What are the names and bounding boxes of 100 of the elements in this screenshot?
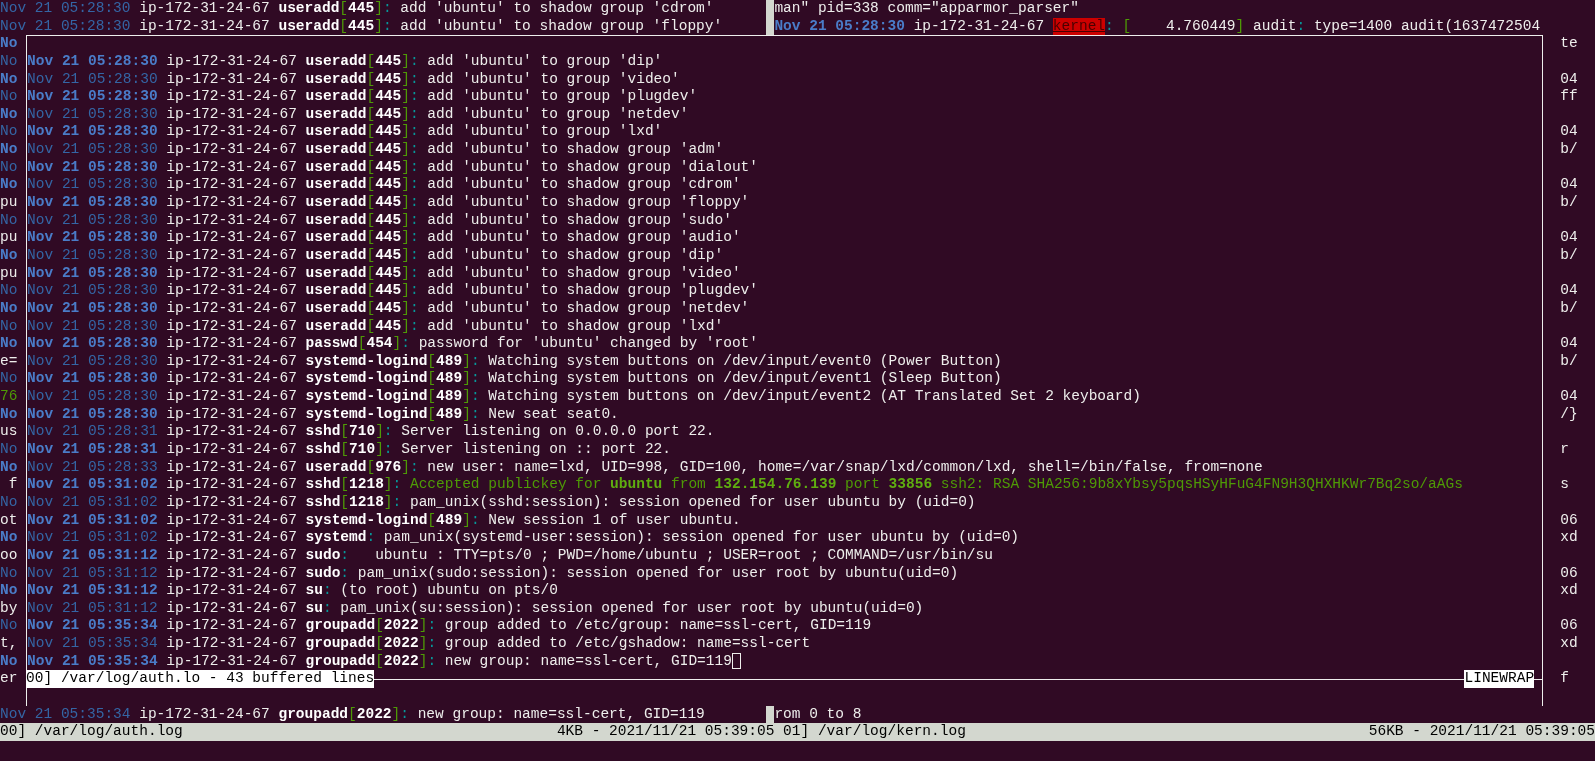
log-message: add 'ubuntu' to group 'video' — [427, 70, 680, 89]
timestamp: Nov 21 05:31:12 — [27, 546, 158, 565]
log-message: group added to /etc/gshadow: name=ssl-cert — [444, 635, 811, 653]
hostname: ip-172-31-24-67 — [166, 476, 297, 494]
hostname: ip-172-31-24-67 — [166, 52, 297, 71]
log-message: Watching system buttons on /dev/input/event0 (Power Button) — [488, 352, 1002, 371]
log-message: new user: name=lxd, UID=998, GID=100, home=/var/snap/lxd/common/lxd, shell=/bin/false, from=none — [427, 458, 1263, 477]
process-name: useradd — [305, 246, 367, 265]
clipped-text: te — [1560, 35, 1578, 53]
log-message: add 'ubuntu' to group 'netdev' — [427, 105, 689, 124]
clipped-text: No — [0, 493, 18, 512]
separator: : — [409, 458, 419, 477]
hostname: ip-172-31-24-67 — [166, 335, 297, 353]
log-message: add 'ubuntu' to group 'plugdev' — [427, 88, 698, 106]
separator: : — [409, 52, 419, 71]
bracket: [ — [1122, 17, 1132, 36]
hostname: ip-172-31-24-67 — [166, 529, 297, 547]
log-message: Watching system buttons on /dev/input/event2 (AT Translated Set 2 keyboard) — [488, 388, 1141, 406]
log-message: Server listening on :: port 22. — [401, 441, 671, 459]
bracket: [ — [357, 335, 367, 353]
log-message: Watching system buttons on /dev/input/event1 (Sleep Button) — [488, 370, 1002, 389]
hostname: ip-172-31-24-67 — [913, 17, 1045, 36]
bracket: [ — [366, 158, 376, 177]
bracket: [ — [366, 317, 376, 336]
process-name: useradd — [305, 158, 367, 177]
process-id: 1218 — [349, 476, 384, 494]
clipped-text: pu — [0, 194, 18, 212]
clipped-text: No — [0, 317, 18, 336]
log-message: ubuntu : TTY=pts/0 ; PWD=/home/ubuntu ; USER=root ; COMMAND=/usr/bin/su — [374, 546, 993, 565]
clipped-text: b/ — [1560, 141, 1578, 159]
process-name: su — [305, 599, 323, 618]
process-name: useradd — [278, 0, 340, 18]
file-info: 56KB - 2021/11/21 05:39:05 — [1368, 723, 1595, 741]
process-name: sshd — [305, 441, 341, 459]
process-id: 445 — [375, 88, 402, 106]
clipped-text: 76 — [0, 388, 18, 406]
bracket: [ — [348, 705, 357, 724]
bracket: ] — [401, 52, 410, 71]
process-id: 445 — [375, 105, 402, 124]
separator: : — [1296, 17, 1306, 36]
process-id: 445 — [375, 52, 402, 71]
hostname: ip-172-31-24-67 — [166, 141, 297, 159]
log-message: pam_unix(sshd:session): session opened for user ubuntu by (uid=0) — [409, 493, 976, 512]
clipped-text: f — [8, 476, 18, 494]
separator: : — [409, 141, 419, 159]
separator: : — [409, 70, 419, 89]
mode-indicator: LINEWRAP — [1464, 670, 1535, 688]
bracket: ] — [401, 246, 410, 265]
clipped-text: No — [0, 176, 18, 195]
clipped-text: 04 — [1560, 335, 1578, 353]
timestamp: Nov 21 05:35:34 — [27, 635, 158, 653]
hostname: ip-172-31-24-67 — [166, 317, 297, 336]
timestamp: Nov 21 05:28:30 — [27, 123, 158, 142]
bracket: ] — [401, 317, 410, 336]
process-name: useradd — [305, 194, 367, 212]
bracket: [ — [366, 141, 376, 159]
log-message: 4.760449 — [1164, 17, 1236, 36]
bracket: ] — [401, 229, 410, 247]
process-id: 445 — [348, 0, 375, 18]
hostname: ip-172-31-24-67 — [166, 105, 297, 124]
bracket: [ — [427, 352, 437, 371]
separator: : — [340, 564, 350, 583]
clipped-text: No — [0, 141, 18, 159]
clipped-text: f — [1560, 670, 1569, 688]
bracket: [ — [427, 388, 437, 406]
bracket: ] — [462, 370, 471, 389]
process-name: systemd-logind — [305, 370, 428, 389]
process-name: useradd — [305, 211, 367, 230]
bracket: [ — [366, 211, 376, 230]
bracket: [ — [340, 476, 350, 494]
log-message: add 'ubuntu' to shadow group 'plugdev' — [427, 282, 758, 300]
process-name: useradd — [305, 141, 367, 159]
log-message: add 'ubuntu' to group 'dip' — [427, 52, 663, 71]
clipped-text: No — [0, 35, 18, 53]
timestamp: Nov 21 05:28:30 — [27, 176, 158, 195]
process-name: useradd — [305, 176, 367, 195]
process-name: useradd — [305, 264, 367, 283]
timestamp: Nov 21 05:28:30 — [27, 211, 158, 230]
separator: : — [409, 105, 419, 124]
bracket: ] — [462, 352, 471, 371]
bracket: ] — [392, 335, 402, 353]
process-id: 445 — [375, 282, 402, 300]
clipped-text: No — [0, 123, 18, 142]
log-message: add 'ubuntu' to shadow group 'cdrom' — [400, 0, 714, 18]
bracket: ] — [374, 17, 383, 36]
process-id: 445 — [375, 141, 402, 159]
process-name: useradd — [305, 70, 367, 89]
bracket: ] — [401, 299, 410, 318]
bracket: ] — [401, 194, 410, 212]
log-message: add 'ubuntu' to shadow group 'lxd' — [427, 317, 724, 336]
process-name: useradd — [305, 105, 367, 124]
bracket: [ — [339, 17, 349, 36]
process-name: systemd-logind — [305, 511, 428, 530]
clipped-text: No — [0, 211, 18, 230]
bracket: [ — [366, 123, 376, 142]
process-name: groupadd — [278, 705, 349, 724]
process-name: groupadd — [305, 652, 376, 671]
process-name: groupadd — [305, 635, 376, 653]
hostname: ip-172-31-24-67 — [166, 176, 297, 195]
log-message: new group: name=ssl-cert, GID=119 — [417, 705, 705, 724]
